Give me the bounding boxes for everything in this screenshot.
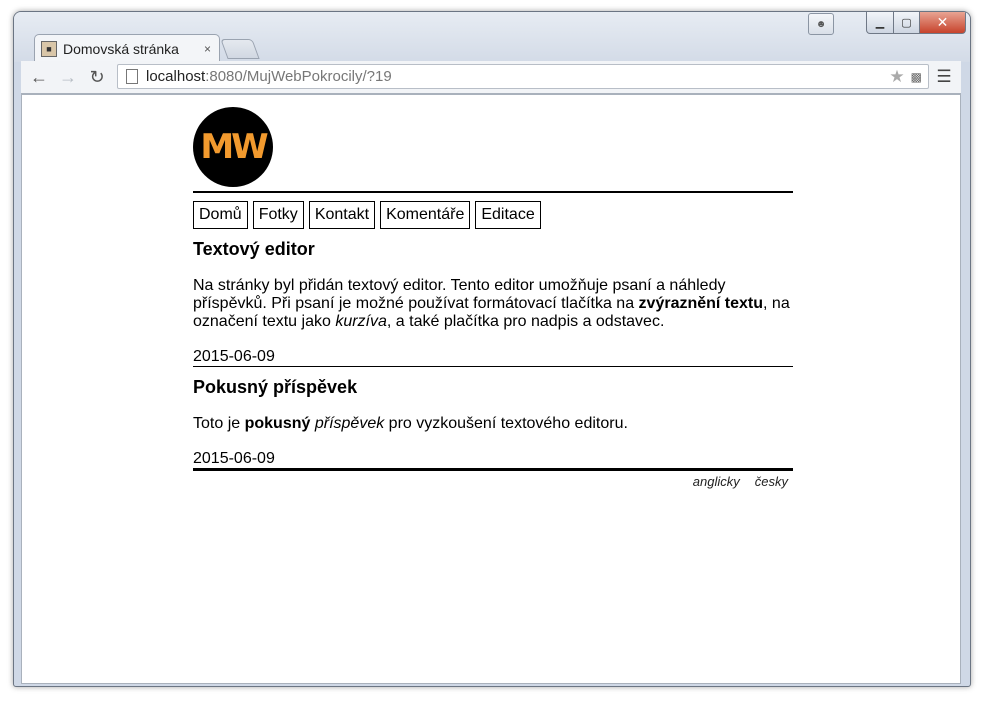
- maximize-button[interactable]: ▢: [894, 12, 920, 34]
- bookmark-star-icon[interactable]: ★: [889, 67, 904, 87]
- tab-close-icon[interactable]: ×: [204, 42, 211, 56]
- post: Pokusný příspěvek Toto je pokusný příspě…: [193, 377, 793, 471]
- page-icon: [126, 69, 138, 84]
- header-divider: [193, 191, 793, 193]
- title-bar: ☻ ▁ ▢ ✕ ■ Domovská stránka ×: [14, 12, 970, 62]
- lang-czech-link[interactable]: česky: [755, 474, 788, 489]
- favicon-icon: ■: [41, 40, 57, 57]
- post-title: Pokusný příspěvek: [193, 377, 358, 397]
- nav-home[interactable]: Domů: [193, 201, 248, 229]
- menu-icon[interactable]: ☰: [933, 65, 955, 89]
- reload-icon[interactable]: ↻: [85, 65, 109, 89]
- minimize-button[interactable]: ▁: [866, 12, 894, 34]
- translate-icon[interactable]: ▩: [911, 70, 922, 84]
- site-logo[interactable]: MW: [193, 107, 273, 187]
- main-nav: Domů Fotky Kontakt Komentáře Editace: [193, 201, 793, 229]
- post-title: Textový editor: [193, 239, 315, 259]
- nav-editing[interactable]: Editace: [475, 201, 541, 229]
- browser-toolbar: ← → ↻ localhost:8080/MujWebPokrocily/?19…: [21, 61, 961, 94]
- back-icon[interactable]: ←: [27, 65, 51, 89]
- language-switcher: anglicky česky: [193, 474, 793, 489]
- window-controls: ▁ ▢ ✕: [866, 12, 966, 34]
- post-body: Na stránky byl přidán textový editor. Te…: [193, 277, 790, 330]
- page-content: MW Domů Fotky Kontakt Komentáře Editace …: [193, 107, 793, 489]
- footer-divider: [193, 468, 793, 471]
- url-text[interactable]: localhost:8080/MujWebPokrocily/?19: [146, 68, 889, 85]
- post-body: Toto je pokusný příspěvek pro vyzkoušení…: [193, 415, 628, 432]
- new-tab-button[interactable]: [220, 39, 260, 59]
- lang-english-link[interactable]: anglicky: [693, 474, 740, 489]
- post-divider: [193, 366, 793, 367]
- browser-window: ☻ ▁ ▢ ✕ ■ Domovská stránka × ← → ↻ local…: [13, 11, 971, 687]
- user-icon: ☻: [815, 18, 827, 30]
- tab-home[interactable]: ■ Domovská stránka ×: [34, 34, 220, 62]
- user-profile-button[interactable]: ☻: [808, 13, 834, 35]
- post: Textový editor Na stránky byl přidán tex…: [193, 239, 793, 367]
- tab-title: Domovská stránka: [63, 40, 179, 57]
- forward-icon[interactable]: →: [56, 65, 80, 89]
- post-date: 2015-06-09: [193, 348, 275, 365]
- page-viewport: MW Domů Fotky Kontakt Komentáře Editace …: [21, 94, 961, 684]
- close-window-button[interactable]: ✕: [920, 12, 966, 34]
- post-date: 2015-06-09: [193, 450, 275, 467]
- nav-contact[interactable]: Kontakt: [308, 201, 376, 229]
- nav-photos[interactable]: Fotky: [252, 201, 304, 229]
- address-bar[interactable]: localhost:8080/MujWebPokrocily/?19 ★ ▩: [117, 64, 929, 89]
- nav-comments[interactable]: Komentáře: [380, 201, 471, 229]
